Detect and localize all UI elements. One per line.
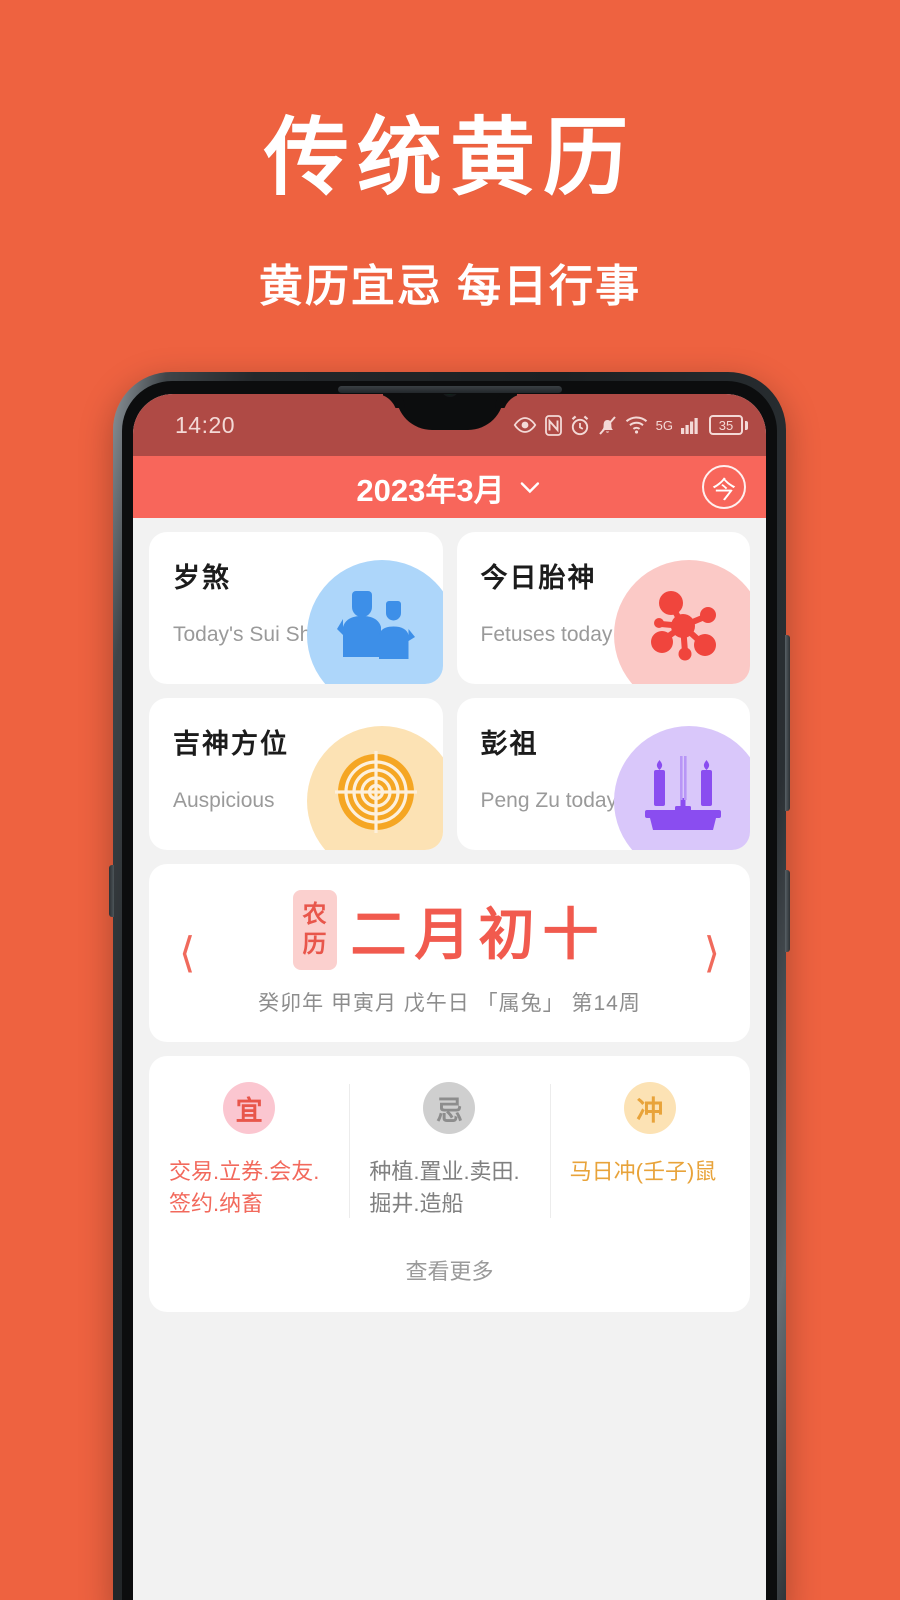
wifi-icon [625, 416, 647, 434]
app-bar: 2023年3月 今 [133, 456, 766, 518]
battery-icon: 35 [709, 415, 748, 435]
status-bar: 14:20 5G 35 [133, 394, 766, 456]
status-clock: 14:20 [175, 411, 236, 438]
chevron-down-icon [520, 482, 539, 494]
network-type-label: 5G [655, 417, 673, 433]
eye-icon [513, 417, 536, 433]
tile-auspicious-direction[interactable]: 吉神方位 Auspicious [149, 698, 443, 850]
lunar-date-card: ⟨ ⟩ 农 历 二月初十 癸卯年 甲寅月 戊午日 「属兔」 第14周 [149, 864, 750, 1042]
yiji-card: 宜 交易.立券.会友.签约.纳畜 忌 种植.置业.卖田.掘井.造船 冲 马日冲(… [149, 1056, 750, 1312]
phone-screen: 14:20 5G 35 2023年3月 今 岁煞 Today's Sui Sh … [133, 394, 766, 1600]
ji-badge: 忌 [423, 1082, 476, 1134]
promo-subtitle: 黄历宜忌 每日行事 [258, 261, 642, 311]
chong-badge: 冲 [623, 1082, 676, 1134]
chong-text: 马日冲(壬子)鼠 [569, 1159, 717, 1184]
signal-bars-icon [681, 418, 698, 434]
battery-cap [745, 420, 748, 430]
two-people-icon [336, 591, 415, 659]
promo-title: 传统黄历 [263, 111, 636, 206]
yiji-column-chong: 冲 马日冲(壬子)鼠 [549, 1082, 750, 1220]
molecule-icon [651, 591, 716, 661]
lunar-date-text: 二月初十 [350, 902, 607, 966]
radar-target-icon [334, 751, 417, 833]
next-day-button[interactable]: ⟩ [704, 932, 720, 974]
tile-sui-sha[interactable]: 岁煞 Today's Sui Sh [149, 532, 443, 684]
yiji-columns: 宜 交易.立券.会友.签约.纳畜 忌 种植.置业.卖田.掘井.造船 冲 马日冲(… [149, 1082, 750, 1220]
yi-badge: 宜 [223, 1082, 276, 1134]
battery-level-label: 35 [709, 415, 743, 435]
front-camera-icon [440, 394, 459, 397]
ji-text: 种植.置业.卖田.掘井.造船 [369, 1159, 520, 1216]
lunar-date-row: 农 历 二月初十 [292, 890, 607, 971]
phone-volume-button[interactable] [785, 635, 790, 811]
camera-notch [395, 394, 504, 430]
month-label: 2023年3月 [356, 472, 505, 508]
month-selector[interactable]: 2023年3月 [356, 465, 542, 510]
tile-peng-zu[interactable]: 彭祖 Peng Zu today [456, 698, 750, 850]
yiji-column-yi: 宜 交易.立券.会友.签约.纳畜 [149, 1082, 349, 1220]
prev-day-button[interactable]: ⟨ [179, 932, 195, 974]
phone-mockup: 14:20 5G 35 2023年3月 今 岁煞 Today's Sui Sh … [109, 372, 790, 1600]
app-content: 岁煞 Today's Sui Sh 今日胎神 Fetuses today 吉神方… [133, 518, 766, 1600]
today-button[interactable]: 今 [702, 465, 746, 509]
lunar-calendar-badge: 农 历 [292, 890, 337, 970]
lunar-badge-char-2: 历 [302, 931, 327, 958]
info-tile-grid: 岁煞 Today's Sui Sh 今日胎神 Fetuses today 吉神方… [149, 532, 750, 850]
mute-bell-icon [598, 415, 616, 435]
yiji-column-ji: 忌 种植.置业.卖田.掘井.造船 [349, 1082, 549, 1220]
status-icons: 5G 35 [513, 414, 748, 436]
altar-candles-icon [645, 756, 721, 830]
phone-left-button[interactable] [109, 865, 114, 917]
yi-text: 交易.立券.会友.签约.纳畜 [169, 1159, 320, 1216]
promo-header: 传统黄历 黄历宜忌 每日行事 [0, 0, 900, 314]
alarm-icon [571, 415, 588, 435]
phone-bezel: 14:20 5G 35 2023年3月 今 岁煞 Today's Sui Sh … [122, 381, 777, 1600]
nfc-icon [544, 414, 562, 436]
lunar-badge-char-1: 农 [302, 901, 327, 928]
view-more-link[interactable]: 查看更多 [149, 1254, 750, 1286]
phone-power-button[interactable] [785, 870, 790, 952]
lunar-detail-text: 癸卯年 甲寅月 戊午日 「属兔」 第14周 [258, 991, 641, 1015]
earpiece-speaker [337, 386, 562, 393]
tile-fetus-god[interactable]: 今日胎神 Fetuses today [456, 532, 750, 684]
